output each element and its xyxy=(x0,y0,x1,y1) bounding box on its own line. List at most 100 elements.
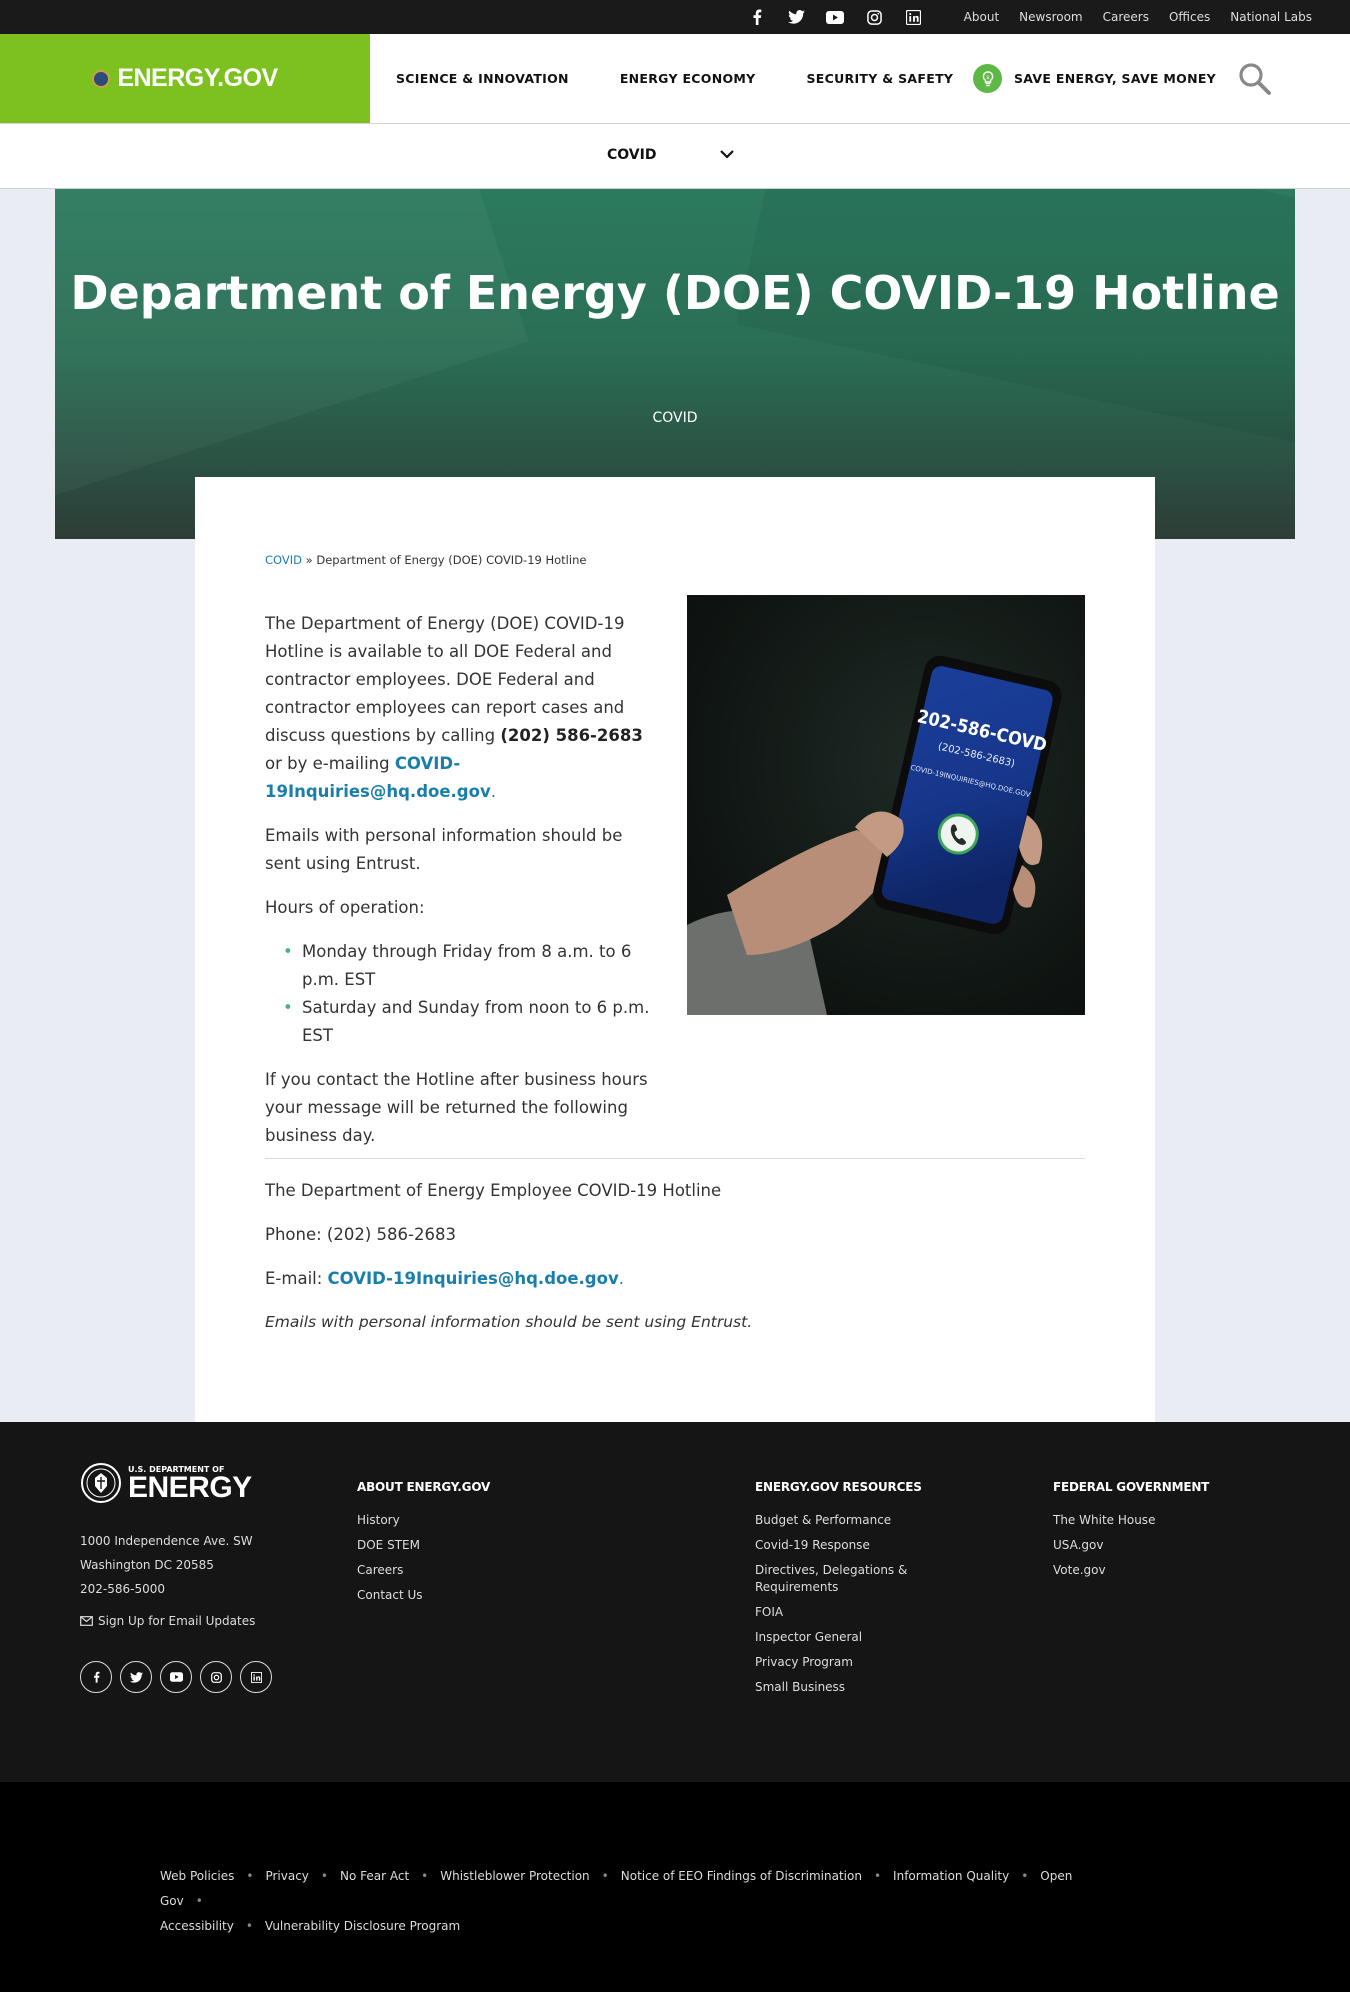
linkedin-icon[interactable] xyxy=(903,7,923,27)
utility-social-links xyxy=(747,0,942,34)
footer-column-title: FEDERAL GOVERNMENT xyxy=(1053,1480,1210,1494)
footer-column-resources: ENERGY.GOV RESOURCES Budget & Performanc… xyxy=(755,1480,930,1704)
footer-link-foia[interactable]: FOIA xyxy=(755,1604,930,1621)
save-energy-label: SAVE ENERGY, SAVE MONEY xyxy=(1014,71,1217,86)
twitter-icon[interactable] xyxy=(786,7,806,27)
footer-link-small-business[interactable]: Small Business xyxy=(755,1679,930,1696)
legal-separator: • xyxy=(195,1894,203,1908)
legal-footer: Web Policies • Privacy • No Fear Act • Whistle… xyxy=(0,1782,1350,1992)
footer-link-white-house[interactable]: The White House xyxy=(1053,1512,1253,1529)
legal-separator: • xyxy=(246,1869,254,1883)
utility-bar: About Newsroom Careers Offices National … xyxy=(0,0,1350,34)
footer-address: 1000 Independence Ave. SW Washington DC … xyxy=(80,1529,253,1601)
utility-links: About Newsroom Careers Offices National … xyxy=(944,0,1312,34)
instagram-icon[interactable] xyxy=(200,1661,232,1693)
search-icon[interactable] xyxy=(1238,62,1272,96)
footer-link-usa-gov[interactable]: USA.gov xyxy=(1053,1537,1253,1554)
contact-email-label: E-mail: xyxy=(265,1269,328,1288)
legal-links: Web Policies • Privacy • No Fear Act • Whistle… xyxy=(160,1864,1120,1939)
utility-link-about[interactable]: About xyxy=(964,10,999,24)
legal-separator: • xyxy=(873,1869,882,1883)
address-phone: 202-586-5000 xyxy=(80,1582,166,1596)
breadcrumb: COVID » Department of Energy (DOE) COVID… xyxy=(265,553,586,567)
intro-text: or by e-mailing xyxy=(265,754,395,773)
footer-link-covid-response[interactable]: Covid-19 Response xyxy=(755,1537,930,1554)
after-hours-paragraph: If you contact the Hotline after busines… xyxy=(265,1070,648,1145)
hotline-phone-photo: 202-586-COVD (202-586-2683) COVID-19INQU… xyxy=(687,595,1085,1015)
footer-link-doe-stem[interactable]: DOE STEM xyxy=(357,1537,657,1554)
site-logo[interactable]: ENERGY.GOV xyxy=(0,34,370,123)
hero-background-shape xyxy=(55,189,529,503)
legal-separator: • xyxy=(320,1869,328,1883)
legal-link-privacy[interactable]: Privacy xyxy=(265,1869,308,1883)
contact-title: The Department of Energy Employee COVID-… xyxy=(265,1181,722,1200)
footer-link-contact-us[interactable]: Contact Us xyxy=(357,1587,657,1604)
lightbulb-icon: $ xyxy=(973,64,1002,93)
svg-text:$: $ xyxy=(986,75,989,81)
address-line: 1000 Independence Ave. SW xyxy=(80,1534,253,1548)
chevron-down-icon[interactable] xyxy=(719,146,735,166)
subnav-covid-label[interactable]: COVID xyxy=(607,147,656,163)
twitter-icon[interactable] xyxy=(120,1661,152,1693)
youtube-icon[interactable] xyxy=(825,7,845,27)
legal-link-no-fear-act[interactable]: No Fear Act xyxy=(340,1869,409,1883)
footer-logo-big: ENERGY xyxy=(128,1470,252,1504)
contact-email-line: E-mail: COVID-19Inquiries@hq.doe.gov. xyxy=(265,1266,1085,1291)
contact-email-period: . xyxy=(618,1269,624,1288)
contact-phone: Phone: (202) 586-2683 xyxy=(265,1225,456,1244)
legal-separator: • xyxy=(245,1919,253,1933)
list-item: Saturday and Sunday from noon to 6 p.m. … xyxy=(283,994,660,1050)
footer-column-federal: FEDERAL GOVERNMENT The White House USA.g… xyxy=(1053,1480,1253,1587)
footer-column-about: ABOUT ENERGY.GOV History DOE STEM Career… xyxy=(357,1480,657,1612)
footer-link-budget[interactable]: Budget & Performance xyxy=(755,1512,930,1529)
facebook-icon[interactable] xyxy=(80,1661,112,1693)
footer-link-privacy-program[interactable]: Privacy Program xyxy=(755,1654,930,1671)
instagram-icon[interactable] xyxy=(864,7,884,27)
envelope-icon xyxy=(80,1616,93,1626)
email-updates-link[interactable]: Sign Up for Email Updates xyxy=(80,1614,255,1628)
footer-link-history[interactable]: History xyxy=(357,1512,657,1529)
utility-link-careers[interactable]: Careers xyxy=(1103,10,1149,24)
article-body: The Department of Energy (DOE) COVID-19 … xyxy=(265,610,660,1166)
contact-email-link[interactable]: COVID-19Inquiries@hq.doe.gov xyxy=(328,1269,619,1288)
legal-separator: • xyxy=(421,1869,429,1883)
footer-link-vote-gov[interactable]: Vote.gov xyxy=(1053,1562,1253,1579)
hotline-phone: (202) 586-2683 xyxy=(500,726,643,745)
hours-list: Monday through Friday from 8 a.m. to 6 p… xyxy=(283,938,660,1050)
list-item: Monday through Friday from 8 a.m. to 6 p… xyxy=(283,938,660,994)
footer-logo[interactable]: U.S. DEPARTMENT OF ENERGY xyxy=(80,1462,252,1504)
legal-link-whistleblower[interactable]: Whistleblower Protection xyxy=(440,1869,589,1883)
legal-link-accessibility[interactable]: Accessibility xyxy=(160,1919,234,1933)
address-line: Washington DC 20585 xyxy=(80,1558,214,1572)
hotline-contact-details: The Department of Energy Employee COVID-… xyxy=(265,1178,1085,1354)
nav-save-energy[interactable]: $ SAVE ENERGY, SAVE MONEY xyxy=(973,64,1216,93)
doe-seal-icon xyxy=(81,1463,121,1503)
utility-link-offices[interactable]: Offices xyxy=(1169,10,1210,24)
breadcrumb-link-covid[interactable]: COVID xyxy=(265,553,302,567)
legal-separator: • xyxy=(1021,1869,1029,1883)
site-logo-text: ENERGY.GOV xyxy=(117,64,278,92)
facebook-icon[interactable] xyxy=(747,7,767,27)
nav-energy-economy[interactable]: ENERGY ECONOMY xyxy=(620,71,756,86)
footer-column-title: ENERGY.GOV RESOURCES xyxy=(755,1480,922,1494)
hero-topic-tag[interactable]: COVID xyxy=(55,410,1295,426)
nav-science-innovation[interactable]: SCIENCE & INNOVATION xyxy=(396,71,569,86)
footer-social-links xyxy=(80,1661,280,1693)
legal-link-web-policies[interactable]: Web Policies xyxy=(160,1869,234,1883)
legal-link-information-quality[interactable]: Information Quality xyxy=(893,1869,1009,1883)
breadcrumb-current: Department of Energy (DOE) COVID-19 Hotl… xyxy=(316,553,587,567)
youtube-icon[interactable] xyxy=(160,1661,192,1693)
main-nav: SCIENCE & INNOVATION ENERGY ECONOMY SECU… xyxy=(396,34,1004,123)
nav-security-safety[interactable]: SECURITY & SAFETY xyxy=(806,71,953,86)
utility-link-newsroom[interactable]: Newsroom xyxy=(1019,10,1082,24)
footer-link-directives[interactable]: Directives, Delegations & Requirements xyxy=(755,1562,930,1596)
legal-link-vulnerability-disclosure[interactable]: Vulnerability Disclosure Program xyxy=(265,1919,460,1933)
footer-link-inspector-general[interactable]: Inspector General xyxy=(755,1629,930,1646)
legal-link-eeo-findings[interactable]: Notice of EEO Findings of Discrimination xyxy=(621,1869,862,1883)
utility-link-national-labs[interactable]: National Labs xyxy=(1230,10,1312,24)
hours-heading: Hours of operation: xyxy=(265,898,425,917)
linkedin-icon[interactable] xyxy=(240,1661,272,1693)
footer-link-careers[interactable]: Careers xyxy=(357,1562,657,1579)
intro-paragraph: The Department of Energy (DOE) COVID-19 … xyxy=(265,610,660,806)
footer-column-title: ABOUT ENERGY.GOV xyxy=(357,1480,491,1494)
